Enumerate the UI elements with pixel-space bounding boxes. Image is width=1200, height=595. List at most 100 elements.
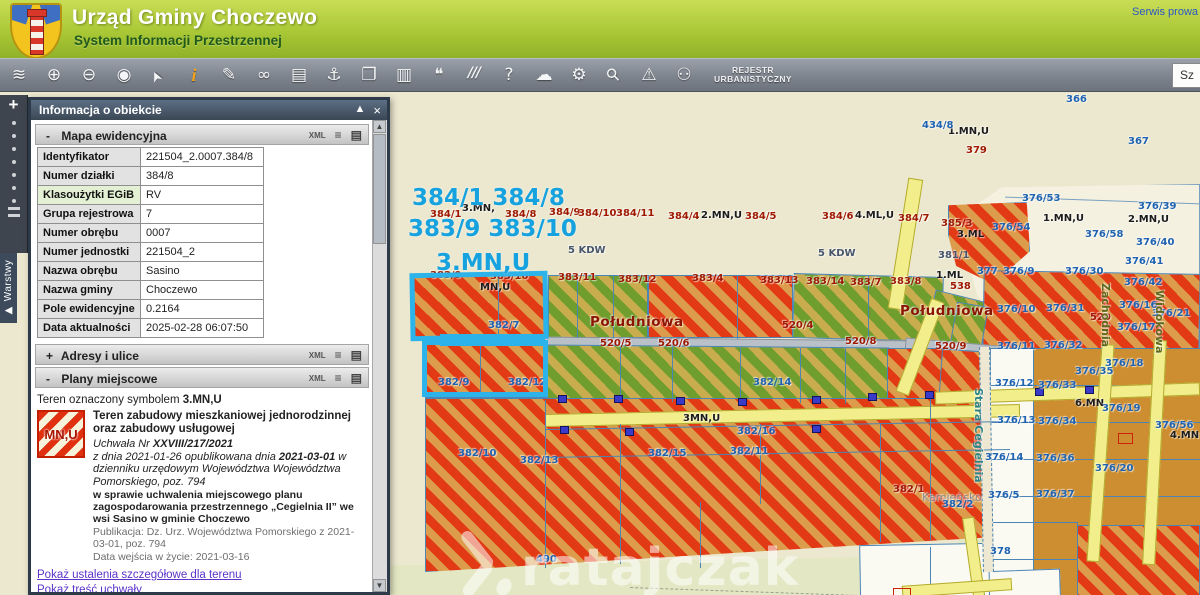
plan-link[interactable]: Pokaż ustalenia szczegółowe dla terenu: [37, 569, 369, 581]
map-label: 382/11: [730, 446, 768, 457]
expand-icon[interactable]: +: [46, 349, 58, 363]
building-marker: [812, 425, 821, 433]
building-marker: [560, 426, 569, 434]
map-label: 383/12: [618, 274, 656, 285]
plan-link[interactable]: Pokaż treść uchwały: [37, 584, 369, 592]
map-label: 376/41: [1125, 256, 1163, 267]
panel-buttons: ▲ ×: [355, 103, 381, 118]
expand-rail-button[interactable]: +: [0, 95, 27, 115]
parcel-divider: [672, 347, 673, 402]
building-marker: [625, 428, 634, 436]
rail-dot[interactable]: [12, 147, 16, 151]
list-icon[interactable]: ≡: [335, 371, 342, 385]
attr-row: Nazwa gminyChoczewo: [38, 281, 264, 300]
map-label: 376/31: [1046, 303, 1084, 314]
scroll-thumb[interactable]: [373, 134, 386, 244]
collapse-panel-icon[interactable]: ▲: [355, 103, 366, 118]
rail-dash[interactable]: [8, 207, 20, 210]
collapse-icon[interactable]: -: [46, 372, 58, 386]
map-label: 383/11: [558, 272, 596, 283]
cloud-download-icon[interactable]: ☁: [533, 65, 555, 86]
warstwy-layers-tab[interactable]: ▶ Warstwy: [0, 253, 17, 323]
anchor-locate-icon[interactable]: ⚓: [323, 65, 345, 86]
attr-label: Pole ewidencyjne: [38, 300, 141, 319]
layers-icon[interactable]: ≋: [8, 65, 30, 86]
rail-dot[interactable]: [12, 199, 16, 203]
section-adresy-i-ulice[interactable]: + Adresy i ulice XML ≡ ▤: [35, 344, 369, 365]
attr-value: 2025-02-28 06:07:50: [141, 319, 264, 338]
building-marker: [812, 396, 821, 404]
map-label: Widokowa: [1153, 290, 1166, 354]
list-icon[interactable]: ≡: [335, 128, 342, 142]
link-icon[interactable]: ∞: [253, 65, 275, 86]
identify-info-icon[interactable]: i: [183, 65, 205, 86]
map-label: 382/13: [520, 455, 558, 466]
rejestr-urbanistyczny-button[interactable]: REJESTR URBANISTYCZNY: [714, 66, 792, 85]
map-label: 1.MN,U: [1043, 213, 1084, 224]
toolbar: ≋ ⊕ ⊖ ◉ ➤ i ✎ ∞ ▤ ⚓ ❐ ▥ ❝ ///? ☁ ⚙ ⚲ ⚠ ⚇ REJESTR URBANISTY…: [0, 58, 1200, 92]
rail-dot[interactable]: [12, 173, 16, 177]
rail-dot[interactable]: [12, 134, 16, 138]
collapse-icon[interactable]: -: [46, 129, 58, 143]
xml-icon[interactable]: XML: [309, 351, 326, 360]
attr-row: Grupa rejestrowa7: [38, 205, 264, 224]
settings-icon[interactable]: ⚙: [568, 65, 590, 86]
map-label: 376/20: [1095, 463, 1133, 474]
pointer-icon[interactable]: ➤: [145, 61, 173, 90]
xml-icon[interactable]: XML: [309, 131, 326, 140]
print-icon[interactable]: ▤: [288, 65, 310, 86]
printer-icon[interactable]: ▤: [351, 128, 362, 142]
map-label: 376/42: [1124, 277, 1162, 288]
copy-view-icon[interactable]: ❐: [358, 65, 380, 86]
rail-dot[interactable]: [12, 186, 16, 190]
watermark-name: ratajczak: [521, 538, 799, 595]
map-label: 376/17: [1117, 322, 1155, 333]
map-label: 376/14: [985, 452, 1023, 463]
parcels-383-green-row: [547, 345, 889, 404]
map-label: 376/5: [988, 490, 1019, 501]
rail-dash[interactable]: [8, 214, 20, 217]
choczewo-coat-of-arms: [10, 3, 62, 59]
list-icon[interactable]: ≡: [335, 348, 342, 362]
panel-title[interactable]: Informacja o obiekcie: [31, 100, 387, 120]
service-provider-text: Serwis prowa: [1132, 6, 1198, 18]
share-user-icon[interactable]: ⚇: [673, 65, 695, 86]
attr-value: Choczewo: [141, 281, 264, 300]
section-mapa-ewidencyjna[interactable]: - Mapa ewidencyjna XML ≡ ▤: [35, 124, 369, 145]
xml-icon[interactable]: XML: [309, 374, 326, 383]
scroll-down-icon[interactable]: ▼: [373, 579, 386, 592]
rail-dot[interactable]: [12, 121, 16, 125]
attribute-table: Identyfikator221504_2.0007.384/8Numer dz…: [37, 147, 264, 338]
parcel-divider: [845, 348, 846, 404]
rail-dot[interactable]: [12, 160, 16, 164]
help-icon[interactable]: ?: [498, 65, 520, 86]
search-button[interactable]: Sz: [1172, 63, 1200, 88]
layout-panels-icon[interactable]: ▥: [393, 65, 415, 86]
section-plany-miejscowe[interactable]: - Plany miejscowe XML ≡ ▤: [35, 367, 369, 388]
map-label: 4.ML,U: [855, 210, 894, 221]
map-label: 1.ML: [936, 270, 963, 281]
zoom-out-icon[interactable]: ⊖: [78, 65, 100, 86]
building-marker: [925, 391, 934, 399]
search-by-icon[interactable]: ⚲: [599, 60, 629, 90]
map-label: 384/4: [668, 211, 699, 222]
scroll-up-icon[interactable]: ▲: [373, 120, 386, 133]
measure-icon[interactable]: ✎: [218, 65, 240, 86]
zoom-in-icon[interactable]: ⊕: [43, 65, 65, 86]
attr-label: Numer jednostki: [38, 243, 141, 262]
warning-icon[interactable]: ⚠: [638, 65, 660, 86]
map-label: 378: [990, 546, 1011, 557]
map-label: 382/1: [893, 484, 924, 495]
panel-scrollbar[interactable]: ▲ ▼: [372, 120, 387, 592]
close-panel-icon[interactable]: ×: [373, 103, 381, 118]
printer-icon[interactable]: ▤: [351, 371, 362, 385]
building-outline: [1118, 433, 1133, 444]
attr-label: Numer działki: [38, 167, 141, 186]
attr-label: Grupa rejestrowa: [38, 205, 141, 224]
comment-icon[interactable]: ❝: [428, 65, 450, 86]
building-marker: [868, 393, 877, 401]
select-area-icon[interactable]: ◉: [113, 65, 135, 86]
printer-icon[interactable]: ▤: [351, 348, 362, 362]
map-label: 382/14: [753, 377, 791, 388]
measure-lines-icon[interactable]: ///: [463, 65, 485, 86]
